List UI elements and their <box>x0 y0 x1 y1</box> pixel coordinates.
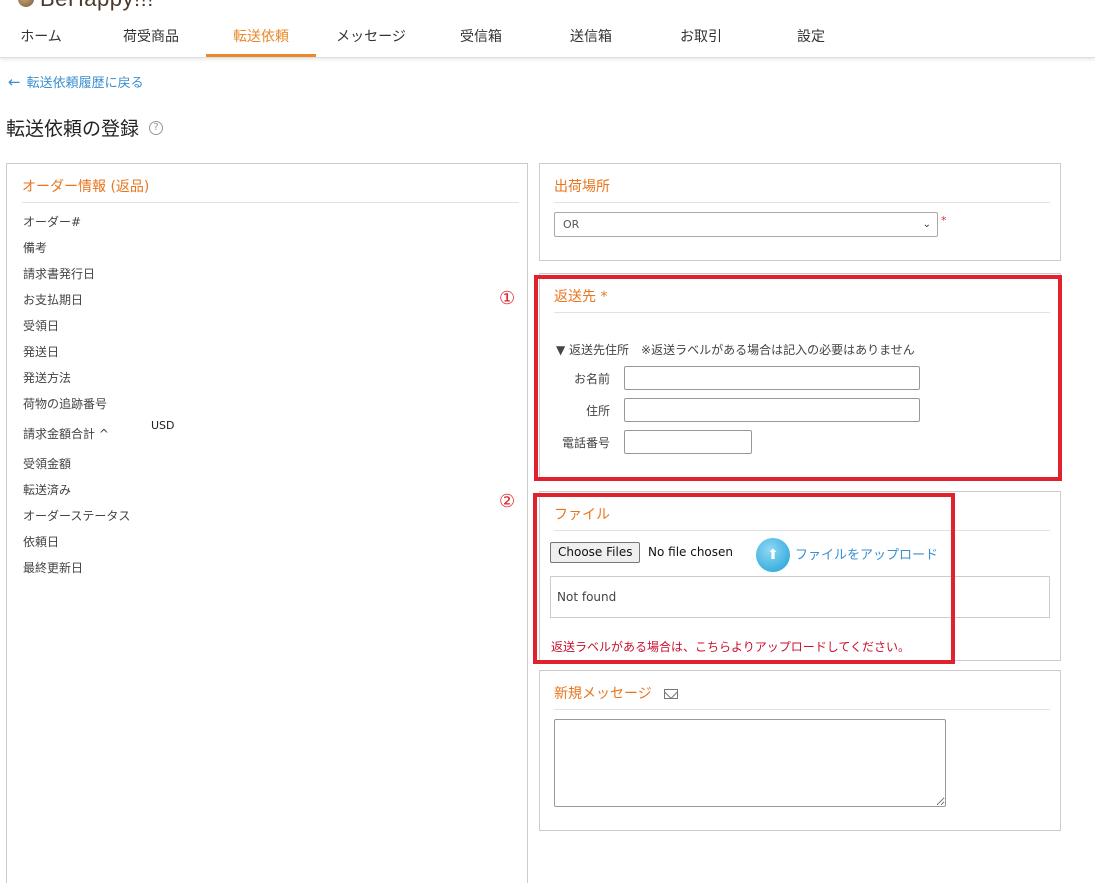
page-title: 転送依頼の登録 ? <box>6 114 164 141</box>
nav-tab-forward-requests[interactable]: 転送依頼 <box>206 20 316 57</box>
upload-file-link[interactable]: ファイルをアップロード <box>795 544 938 563</box>
field-forwarded: 転送済み <box>23 483 72 497</box>
file-list: Not found <box>550 576 1050 618</box>
chevron-down-icon: ⌄ <box>922 219 931 230</box>
nav-tab-inbox[interactable]: 受信箱 <box>426 20 536 57</box>
app-logo[interactable]: BeHappy!!! <box>18 0 154 12</box>
file-list-empty-text: Not found <box>557 590 617 604</box>
address-input[interactable] <box>624 398 920 422</box>
new-message-title-text: 新規メッセージ <box>554 686 652 702</box>
back-link-label: 転送依頼履歴に戻る <box>26 76 144 91</box>
arrow-left-icon: ← <box>8 72 21 91</box>
return-address-heading: ▼ 返送先住所 ※返送ラベルがある場合は記入の必要はありません <box>556 343 915 357</box>
field-received-amount: 受領金額 <box>23 457 72 471</box>
page-title-text: 転送依頼の登録 <box>6 118 140 140</box>
field-received-date: 受領日 <box>23 319 60 333</box>
required-star: * <box>941 214 947 227</box>
mail-icon <box>664 689 679 699</box>
file-panel: ファイル Choose Files No file chosen ⬆ ファイルを… <box>539 491 1061 661</box>
field-order-status: オーダーステータス <box>23 509 131 523</box>
field-tracking-number: 荷物の追跡番号 <box>23 397 108 411</box>
no-file-chosen-text: No file chosen <box>648 545 734 559</box>
annotation-marker-2: ② <box>499 491 516 512</box>
nav-tab-transactions[interactable]: お取引 <box>646 20 756 57</box>
required-star: * <box>600 289 608 305</box>
choose-files-button[interactable]: Choose Files <box>550 542 641 563</box>
annotation-marker-1: ① <box>499 288 516 309</box>
nav-tab-received-items[interactable]: 荷受商品 <box>96 20 206 57</box>
top-nav: ホーム 荷受商品 転送依頼 メッセージ 受信箱 送信箱 お取引 設定 <box>0 20 1095 58</box>
name-label: お名前 <box>573 372 610 386</box>
nav-tab-outbox[interactable]: 送信箱 <box>536 20 646 57</box>
return-label-upload-note: 返送ラベルがある場合は、こちらよりアップロードしてください。 <box>551 640 911 654</box>
order-info-title: オーダー情報 (返品) <box>22 164 519 203</box>
ship-from-panel: 出荷場所 OR ⌄ * <box>539 163 1061 261</box>
phone-input[interactable] <box>624 430 752 454</box>
field-notes: 備考 <box>23 241 48 255</box>
field-payment-due: お支払期日 <box>23 293 84 307</box>
ship-from-select[interactable]: OR ⌄ <box>554 212 938 237</box>
name-input[interactable] <box>624 366 920 390</box>
return-destination-title: 返送先 * <box>554 274 1050 313</box>
field-invoice-total-label: 請求金額合計 ^ <box>23 427 109 441</box>
back-to-history-link[interactable]: ← 転送依頼履歴に戻る <box>8 72 144 92</box>
ship-from-title: 出荷場所 <box>554 164 1050 203</box>
phone-label: 電話番号 <box>561 436 610 450</box>
message-textarea[interactable] <box>554 719 946 807</box>
return-destination-title-text: 返送先 <box>554 289 596 305</box>
field-shipping-method: 発送方法 <box>23 371 72 385</box>
logo-icon <box>18 0 34 7</box>
field-invoice-total: 請求金額合計 ^ USD <box>7 417 527 451</box>
upload-icon[interactable]: ⬆ <box>756 538 790 572</box>
help-icon[interactable]: ? <box>149 120 164 135</box>
nav-tab-settings[interactable]: 設定 <box>756 20 866 57</box>
new-message-panel: 新規メッセージ <box>539 670 1061 831</box>
nav-tab-messages[interactable]: メッセージ <box>316 20 426 57</box>
order-info-fields: オーダー# 備考 請求書発行日 お支払期日 受領日 発送日 発送方法 荷物の追跡… <box>7 209 527 581</box>
order-info-panel: オーダー情報 (返品) オーダー# 備考 請求書発行日 お支払期日 受領日 発送… <box>6 163 528 883</box>
nav-tab-home[interactable]: ホーム <box>0 20 96 57</box>
new-message-title: 新規メッセージ <box>554 671 1050 710</box>
field-request-date: 依頼日 <box>23 535 60 549</box>
field-order-number: オーダー# <box>23 215 82 229</box>
return-destination-panel: 返送先 * ▼ 返送先住所 ※返送ラベルがある場合は記入の必要はありません お名… <box>539 273 1061 480</box>
field-last-updated: 最終更新日 <box>23 561 84 575</box>
currency-label: USD <box>151 419 175 432</box>
logo-text: BeHappy!!! <box>40 0 154 12</box>
field-shipped-date: 発送日 <box>23 345 60 359</box>
address-label: 住所 <box>585 404 610 418</box>
field-invoice-date: 請求書発行日 <box>23 267 96 281</box>
ship-from-selected-value: OR <box>563 218 580 231</box>
file-title: ファイル <box>554 492 1050 531</box>
